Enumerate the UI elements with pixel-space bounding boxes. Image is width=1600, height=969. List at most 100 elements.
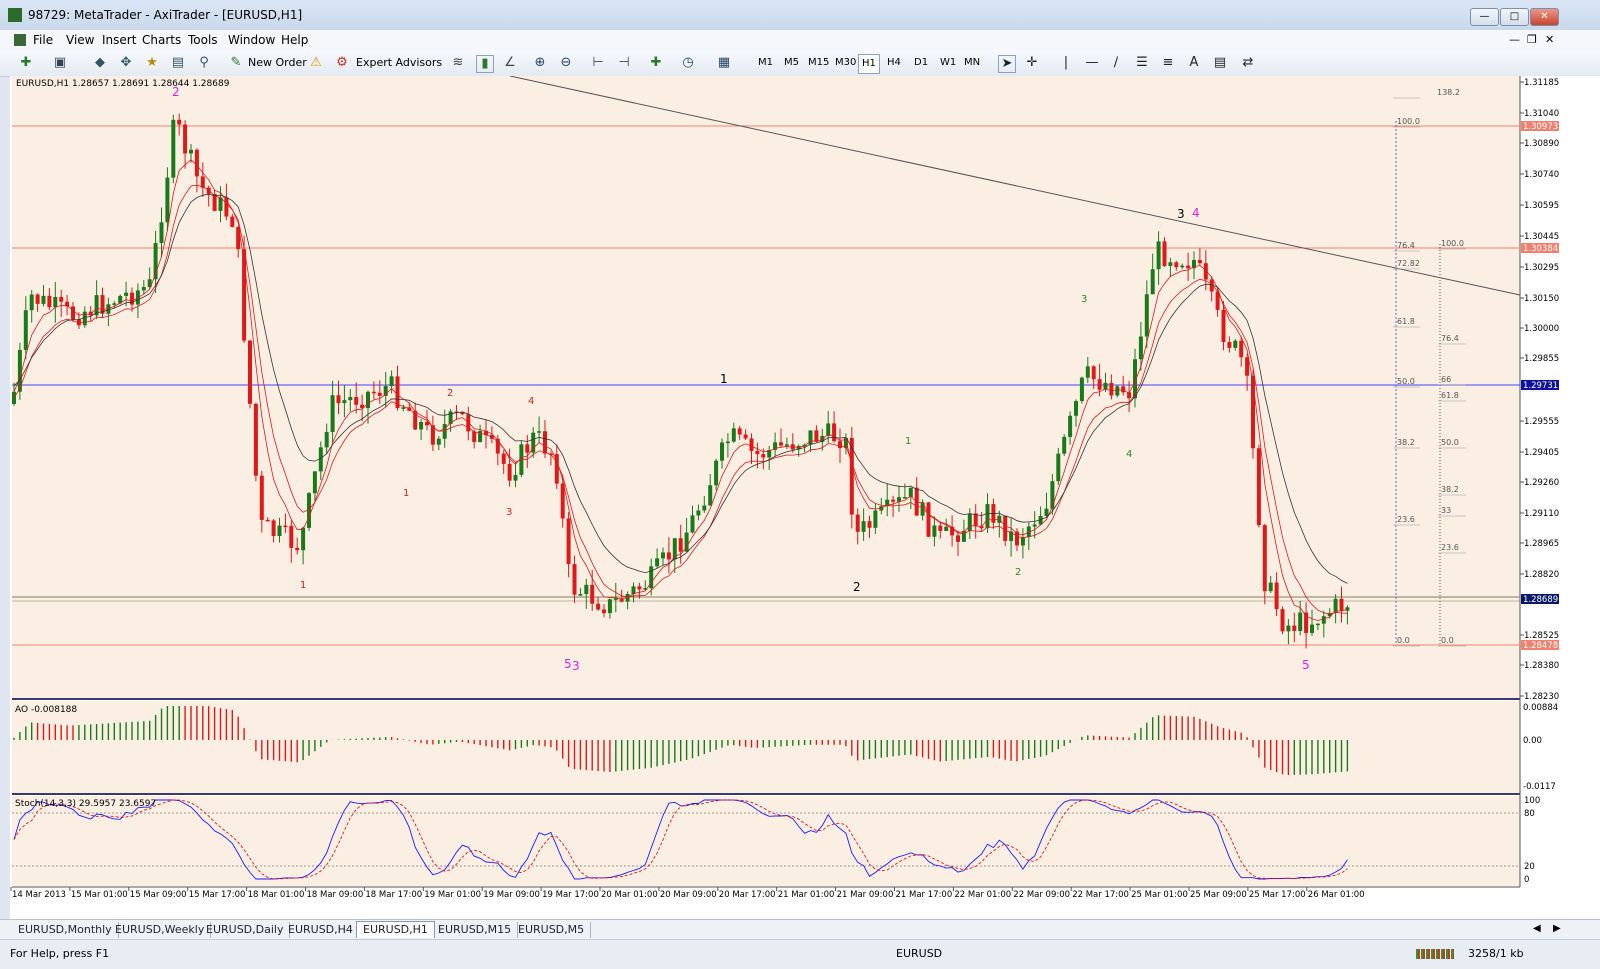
info-icon[interactable]: ⚠ — [308, 55, 324, 71]
ao-tick-label: 0.00884 — [1523, 703, 1558, 713]
menu-charts[interactable]: Charts — [142, 33, 181, 47]
candle-body — [419, 421, 424, 430]
close-icon[interactable]: ✕ — [1530, 8, 1559, 26]
menu-file[interactable]: File — [33, 33, 53, 47]
fib1-level-label: 0.0 — [1397, 636, 1410, 645]
maximize-icon[interactable]: □ — [1500, 8, 1529, 26]
menu-insert[interactable]: Insert — [102, 33, 136, 47]
expert-advisors-icon[interactable]: ⚙ — [334, 55, 350, 71]
fib1-level-label: 23.6 — [1397, 515, 1415, 524]
stoch-tick-label: 0 — [1524, 875, 1529, 885]
crosshair-icon[interactable]: ✛ — [1024, 55, 1040, 71]
periods-icon[interactable]: ◷ — [680, 55, 696, 71]
horizontal-line-icon[interactable]: — — [1084, 55, 1100, 71]
auto-scroll-icon[interactable]: ⊢ — [590, 55, 606, 71]
child-close-icon[interactable]: ✕ — [1545, 33, 1554, 46]
candle-body — [613, 598, 618, 600]
strategy-tester-icon[interactable]: ⚲ — [196, 55, 212, 71]
timeframe-m1[interactable]: M1 — [755, 54, 776, 72]
chart-area[interactable]: 138.2 100.0 76.4 72.82 61.8 50.0 38.2 23.6 0.0 10… — [10, 76, 1600, 919]
price-label-blue: 1.29731 — [1523, 381, 1558, 391]
candle-body — [1156, 241, 1161, 270]
candle-body — [714, 460, 719, 486]
channel-icon[interactable]: ☰ — [1134, 55, 1150, 71]
timeframe-m5[interactable]: M5 — [781, 54, 802, 72]
tab-eurusd-m15[interactable]: EURUSD,M15 — [432, 922, 519, 938]
candle-body — [436, 438, 441, 445]
candle-body — [29, 294, 34, 311]
price-tick-label: 1.28820 — [1524, 570, 1559, 580]
candle-body — [891, 499, 896, 502]
vertical-line-icon[interactable]: | — [1058, 55, 1074, 71]
tab-eurusd-h1[interactable]: EURUSD,H1 — [356, 921, 435, 938]
navigator-icon[interactable]: ✥ — [118, 55, 134, 71]
candle-body — [336, 395, 341, 404]
timeframe-mn[interactable]: MN — [961, 54, 983, 72]
line-chart-icon[interactable]: ∠ — [502, 55, 518, 71]
templates-icon[interactable]: ▦ — [716, 55, 732, 71]
new-order-button[interactable]: New Order — [248, 54, 307, 72]
market-watch-icon[interactable]: ◆ — [92, 55, 108, 71]
candle-body — [1221, 309, 1226, 343]
timeframe-m15[interactable]: M15 — [805, 54, 832, 72]
tab-eurusd-m5[interactable]: EURUSD,M5 — [512, 922, 592, 938]
tab-eurusd-weekly[interactable]: EURUSD,Weekly — [109, 922, 212, 938]
child-minimize-icon[interactable]: — — [1509, 33, 1520, 46]
folder-icon[interactable]: ★ — [144, 55, 160, 71]
text-label-icon[interactable]: ▤ — [1212, 55, 1228, 71]
price-chart[interactable]: 138.2100.076.472.8261.850.038.223.60.010… — [10, 76, 1600, 919]
candle-body — [330, 395, 335, 432]
price-label-red-top: 1.30973 — [1523, 122, 1558, 132]
new-chart-icon[interactable]: ✚ — [18, 55, 34, 71]
price-label-red-low: 1.28478 — [1523, 641, 1558, 651]
menu-tools[interactable]: Tools — [188, 33, 218, 47]
stoch-tick-label: 100 — [1524, 796, 1540, 806]
status-traffic: 3258/1 kb — [1468, 947, 1524, 960]
candle-body — [755, 450, 760, 455]
timeframe-h1[interactable]: H1 — [858, 54, 880, 74]
tab-scroll-left-icon[interactable]: ◀ — [1533, 923, 1541, 934]
menu-window[interactable]: Window — [228, 33, 275, 47]
tab-eurusd-h4[interactable]: EURUSD,H4 — [282, 922, 360, 938]
new-order-icon[interactable]: ✎ — [228, 55, 244, 71]
bar-chart-icon[interactable]: ≋ — [450, 55, 466, 71]
price-tick-label: 1.28230 — [1524, 692, 1559, 702]
candle-body — [171, 119, 176, 178]
zoom-out-icon[interactable]: ⊖ — [558, 55, 574, 71]
time-tick-label: 18 Mar 01:00 — [248, 890, 305, 900]
fibonacci-icon[interactable]: ≡ — [1160, 55, 1176, 71]
window-title: 98729: MetaTrader - AxiTrader - [EURUSD,… — [28, 8, 303, 22]
timeframe-d1[interactable]: D1 — [911, 54, 931, 72]
price-tick-label: 1.30150 — [1524, 294, 1559, 304]
candle-body — [1197, 260, 1202, 264]
terminal-icon[interactable]: ▤ — [170, 55, 186, 71]
zoom-in-icon[interactable]: ⊕ — [532, 55, 548, 71]
timeframe-w1[interactable]: W1 — [937, 54, 959, 72]
minimize-icon[interactable]: — — [1470, 8, 1499, 26]
candle-body — [283, 525, 288, 528]
profiles-icon[interactable]: ▣ — [52, 55, 68, 71]
candlestick-icon[interactable]: ▮ — [476, 55, 494, 73]
chart-shift-icon[interactable]: ⊣ — [616, 55, 632, 71]
text-icon[interactable]: A — [1186, 55, 1202, 71]
child-restore-icon[interactable]: ❐ — [1527, 33, 1537, 46]
indicators-icon[interactable]: ✚ — [648, 55, 664, 71]
menu-help[interactable]: Help — [281, 33, 308, 47]
candle-body — [159, 222, 164, 244]
wave-label-1: 1 — [403, 488, 409, 499]
tab-eurusd-monthly[interactable]: EURUSD,Monthly — [12, 922, 119, 938]
candle-body — [1032, 524, 1037, 527]
candle-body — [838, 441, 842, 449]
fib1-level-label: 138.2 — [1437, 88, 1460, 97]
timeframe-m30[interactable]: M30 — [832, 54, 859, 72]
trendline-icon[interactable]: ∕ — [1108, 55, 1124, 71]
expert-advisors-button[interactable]: Expert Advisors — [356, 54, 442, 72]
tab-scroll-right-icon[interactable]: ▶ — [1553, 923, 1561, 934]
fib2-level-label: 66 — [1441, 375, 1451, 384]
timeframe-h4[interactable]: H4 — [884, 54, 904, 72]
candle-body — [1079, 377, 1084, 402]
menu-view[interactable]: View — [66, 33, 94, 47]
cursor-icon[interactable]: ➤ — [998, 55, 1016, 73]
tab-eurusd-daily[interactable]: EURUSD,Daily — [200, 922, 291, 938]
arrows-icon[interactable]: ⇄ — [1240, 55, 1256, 71]
